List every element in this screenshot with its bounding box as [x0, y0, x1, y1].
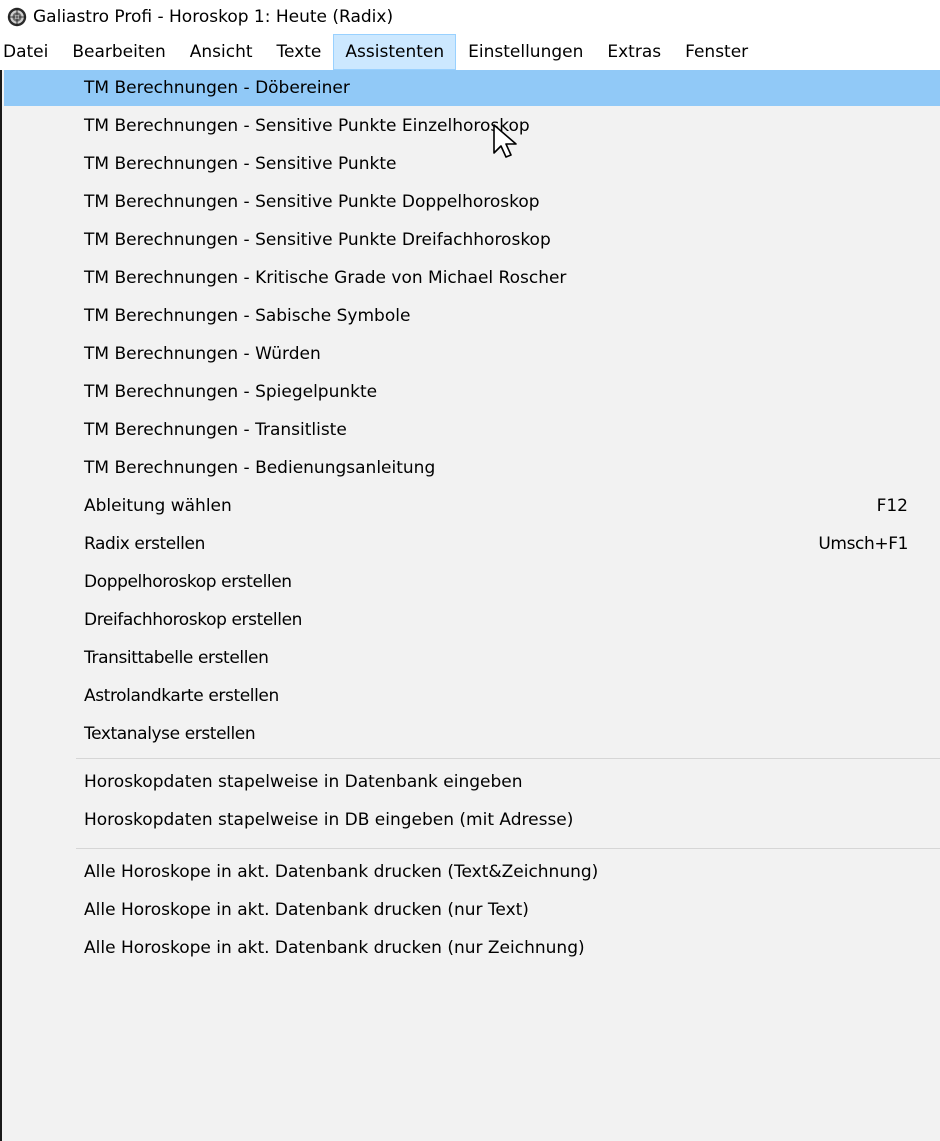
menu-item-drucken-nur-text[interactable]: Alle Horoskope in akt. Datenbank drucken… [4, 892, 940, 928]
galiastro-logo-icon[interactable] [7, 7, 27, 27]
menu-einstellungen[interactable]: Einstellungen [456, 34, 595, 70]
window-title: Galiastro Profi - Horoskop 1: Heute (Rad… [33, 7, 394, 27]
title-bar: Galiastro Profi - Horoskop 1: Heute (Rad… [0, 0, 940, 34]
menu-item-label: TM Berechnungen - Döbereiner [84, 78, 350, 98]
menu-item-label: TM Berechnungen - Bedienungsanleitung [84, 458, 436, 478]
menu-item-label: Transittabelle erstellen [84, 648, 269, 668]
menu-item-tm-sensitive[interactable]: TM Berechnungen - Sensitive Punkte [4, 146, 940, 182]
menu-texte[interactable]: Texte [265, 34, 334, 70]
menu-item-label: Dreifachhoroskop erstellen [84, 610, 303, 630]
menu-assistenten[interactable]: Assistenten [333, 34, 457, 70]
menu-item-textanalyse-erstellen[interactable]: Textanalyse erstellen [4, 716, 940, 752]
menu-item-tm-spiegelpunkte[interactable]: TM Berechnungen - Spiegelpunkte [4, 374, 940, 410]
menu-item-dreifachhoroskop-erstellen[interactable]: Dreifachhoroskop erstellen [4, 602, 940, 638]
menu-item-label: Alle Horoskope in akt. Datenbank drucken… [84, 862, 599, 882]
menu-item-tm-kritische-grade[interactable]: TM Berechnungen - Kritische Grade von Mi… [4, 260, 940, 296]
menu-item-label: Alle Horoskope in akt. Datenbank drucken… [84, 938, 585, 958]
menu-item-tm-sensitive-einzel[interactable]: TM Berechnungen - Sensitive Punkte Einze… [4, 108, 940, 144]
menu-item-label: TM Berechnungen - Sensitive Punkte [84, 154, 397, 174]
menu-item-label: TM Berechnungen - Würden [84, 344, 321, 364]
menu-extras[interactable]: Extras [595, 34, 673, 70]
menu-item-label: TM Berechnungen - Kritische Grade von Mi… [84, 268, 567, 288]
menu-datei[interactable]: Datei [0, 34, 60, 70]
menu-item-tm-transitliste[interactable]: TM Berechnungen - Transitliste [4, 412, 940, 448]
menu-item-label: TM Berechnungen - Spiegelpunkte [84, 382, 378, 402]
menu-fenster[interactable]: Fenster [673, 34, 760, 70]
menu-item-label: TM Berechnungen - Sensitive Punkte Dreif… [84, 230, 551, 250]
menu-ansicht[interactable]: Ansicht [178, 34, 265, 70]
menu-item-label: Astrolandkarte erstellen [84, 686, 279, 706]
menu-bearbeiten[interactable]: Bearbeiten [60, 34, 177, 70]
menu-separator [76, 848, 940, 849]
menu-item-tm-wuerden[interactable]: TM Berechnungen - Würden [4, 336, 940, 372]
menu-item-tm-bedienungsanleitung[interactable]: TM Berechnungen - Bedienungsanleitung [4, 450, 940, 486]
mouse-pointer-icon [493, 124, 517, 158]
menu-item-drucken-text-zeichnung[interactable]: Alle Horoskope in akt. Datenbank drucken… [4, 854, 940, 890]
menu-item-label: Horoskopdaten stapelweise in Datenbank e… [84, 772, 523, 792]
menu-item-shortcut: Umsch+F1 [818, 534, 908, 554]
menu-item-label: Ableitung wählen [84, 496, 232, 516]
menu-item-horoskopdaten-stapel-datenbank[interactable]: Horoskopdaten stapelweise in Datenbank e… [4, 764, 940, 800]
assistenten-dropdown-menu: TM Berechnungen - Döbereiner TM Berechnu… [0, 70, 940, 1141]
menu-item-shortcut: F12 [876, 496, 908, 516]
menu-item-label: TM Berechnungen - Sensitive Punkte Doppe… [84, 192, 540, 212]
menu-item-tm-sensitive-doppel[interactable]: TM Berechnungen - Sensitive Punkte Doppe… [4, 184, 940, 220]
menu-item-label: TM Berechnungen - Sabische Symbole [84, 306, 411, 326]
menu-item-drucken-nur-zeichnung[interactable]: Alle Horoskope in akt. Datenbank drucken… [4, 930, 940, 966]
menu-item-label: TM Berechnungen - Sensitive Punkte Einze… [84, 116, 530, 136]
menu-item-horoskopdaten-stapel-db-adresse[interactable]: Horoskopdaten stapelweise in DB eingeben… [4, 802, 940, 838]
menu-item-doppelhoroskop-erstellen[interactable]: Doppelhoroskop erstellen [4, 564, 940, 600]
menu-separator [76, 758, 940, 759]
menu-item-tm-sabische-symbole[interactable]: TM Berechnungen - Sabische Symbole [4, 298, 940, 334]
menu-item-label: Textanalyse erstellen [84, 724, 256, 744]
menu-item-astrolandkarte-erstellen[interactable]: Astrolandkarte erstellen [4, 678, 940, 714]
menu-item-label: Alle Horoskope in akt. Datenbank drucken… [84, 900, 529, 920]
menu-item-transittabelle-erstellen[interactable]: Transittabelle erstellen [4, 640, 940, 676]
menu-item-label: TM Berechnungen - Transitliste [84, 420, 347, 440]
menu-item-label: Doppelhoroskop erstellen [84, 572, 292, 592]
menu-item-label: Radix erstellen [84, 534, 205, 554]
menu-item-tm-doebereiner[interactable]: TM Berechnungen - Döbereiner [4, 70, 940, 106]
menu-item-label: Horoskopdaten stapelweise in DB eingeben… [84, 810, 574, 830]
menu-item-ableitung-waehlen[interactable]: Ableitung wählen F12 [4, 488, 940, 524]
menu-item-radix-erstellen[interactable]: Radix erstellen Umsch+F1 [4, 526, 940, 562]
menu-bar: Datei Bearbeiten Ansicht Texte Assistent… [0, 34, 940, 70]
menu-item-tm-sensitive-dreifach[interactable]: TM Berechnungen - Sensitive Punkte Dreif… [4, 222, 940, 258]
